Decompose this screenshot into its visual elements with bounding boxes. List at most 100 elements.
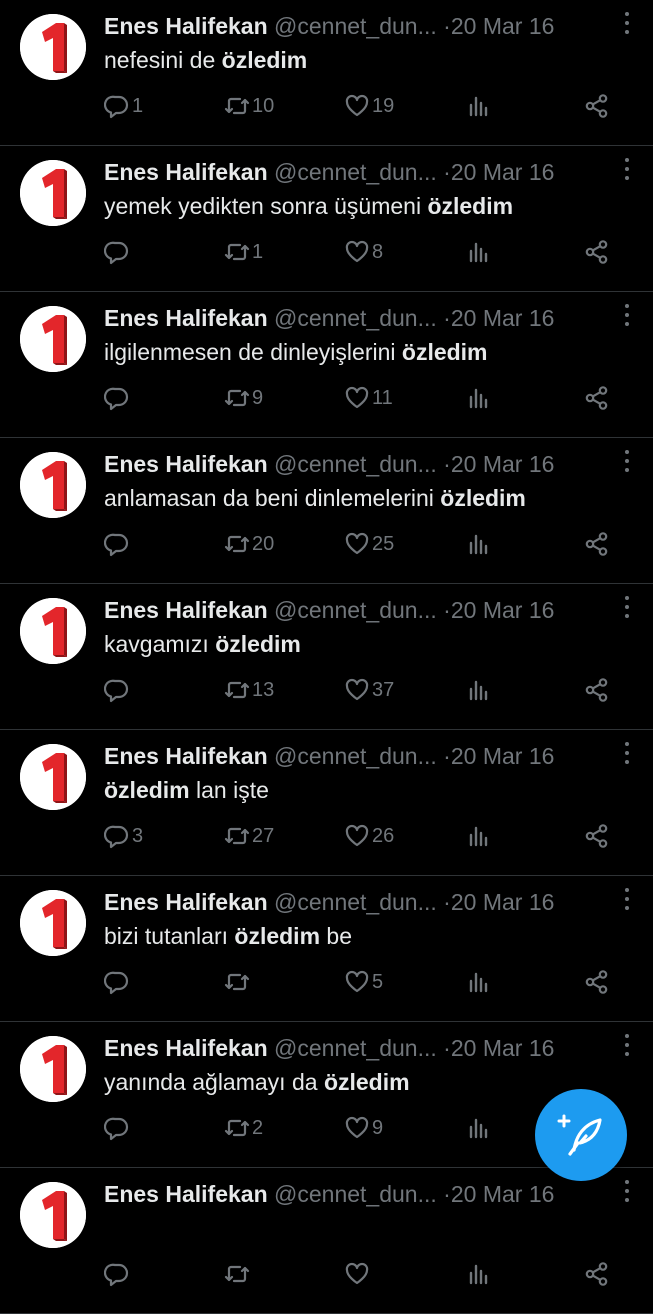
avatar[interactable]: 1 — [20, 1182, 86, 1248]
author-name[interactable]: Enes Halifekan — [104, 889, 268, 915]
views-button[interactable] — [466, 236, 492, 268]
share-button[interactable] — [584, 820, 610, 852]
views-button[interactable] — [466, 90, 492, 122]
reply-button[interactable]: 3 — [104, 820, 143, 852]
tweet-date[interactable]: 20 Mar 16 — [451, 743, 555, 769]
like-button[interactable]: 8 — [344, 236, 383, 268]
retweet-button[interactable]: 13 — [224, 674, 274, 706]
views-button[interactable] — [466, 674, 492, 706]
author-handle[interactable]: @cennet_dun... — [274, 159, 437, 185]
like-button[interactable]: 37 — [344, 674, 394, 706]
share-button[interactable] — [584, 90, 610, 122]
author-handle[interactable]: @cennet_dun... — [274, 1181, 437, 1207]
reply-button[interactable] — [104, 528, 132, 560]
views-button[interactable] — [466, 528, 492, 560]
more-vertical-icon[interactable] — [623, 450, 631, 476]
reply-button[interactable] — [104, 674, 132, 706]
author-handle[interactable]: @cennet_dun... — [274, 889, 437, 915]
share-button[interactable] — [584, 382, 610, 414]
tweet[interactable]: 1 Enes Halifekan @cennet_dun... ·20 Mar 1… — [0, 146, 653, 292]
tweet-date[interactable]: 20 Mar 16 — [451, 451, 555, 477]
share-button[interactable] — [584, 1258, 610, 1290]
author-name[interactable]: Enes Halifekan — [104, 13, 268, 39]
tweet-date[interactable]: 20 Mar 16 — [451, 597, 555, 623]
like-button[interactable]: 26 — [344, 820, 394, 852]
reply-button[interactable] — [104, 1112, 132, 1144]
share-button[interactable] — [584, 674, 610, 706]
like-button[interactable] — [344, 1258, 372, 1290]
tweet-date[interactable]: 20 Mar 16 — [451, 1035, 555, 1061]
tweet-date[interactable]: 20 Mar 16 — [451, 13, 555, 39]
retweet-button[interactable]: 10 — [224, 90, 274, 122]
more-vertical-icon[interactable] — [623, 742, 631, 768]
avatar[interactable]: 1 — [20, 890, 86, 956]
views-button[interactable] — [466, 382, 492, 414]
author-name[interactable]: Enes Halifekan — [104, 451, 268, 477]
avatar[interactable]: 1 — [20, 1036, 86, 1102]
tweet[interactable]: 1 Enes Halifekan @cennet_dun... ·20 Mar 1… — [0, 292, 653, 438]
reply-button[interactable]: 1 — [104, 90, 143, 122]
author-name[interactable]: Enes Halifekan — [104, 597, 268, 623]
views-button[interactable] — [466, 1112, 492, 1144]
more-vertical-icon[interactable] — [623, 888, 631, 914]
like-button[interactable]: 5 — [344, 966, 383, 998]
author-name[interactable]: Enes Halifekan — [104, 1181, 268, 1207]
avatar[interactable]: 1 — [20, 452, 86, 518]
retweet-button[interactable]: 2 — [224, 1112, 263, 1144]
share-button[interactable] — [584, 236, 610, 268]
reply-button[interactable] — [104, 382, 132, 414]
author-handle[interactable]: @cennet_dun... — [274, 597, 437, 623]
author-name[interactable]: Enes Halifekan — [104, 305, 268, 331]
avatar[interactable]: 1 — [20, 598, 86, 664]
more-vertical-icon[interactable] — [623, 1180, 631, 1206]
reply-button[interactable] — [104, 236, 132, 268]
tweet[interactable]: 1 Enes Halifekan @cennet_dun... ·20 Mar 1… — [0, 730, 653, 876]
retweet-button[interactable]: 27 — [224, 820, 274, 852]
author-handle[interactable]: @cennet_dun... — [274, 743, 437, 769]
avatar[interactable]: 1 — [20, 14, 86, 80]
more-vertical-icon[interactable] — [623, 12, 631, 38]
tweet[interactable]: 1 Enes Halifekan @cennet_dun... ·20 Mar 1… — [0, 584, 653, 730]
author-name[interactable]: Enes Halifekan — [104, 743, 268, 769]
more-vertical-icon[interactable] — [623, 304, 631, 330]
tweet-date[interactable]: 20 Mar 16 — [451, 305, 555, 331]
retweet-button[interactable]: 20 — [224, 528, 274, 560]
tweet[interactable]: 1 Enes Halifekan @cennet_dun... ·20 Mar 1… — [0, 1168, 653, 1314]
more-vertical-icon[interactable] — [623, 158, 631, 184]
tweet[interactable]: 1 Enes Halifekan @cennet_dun... ·20 Mar 1… — [0, 876, 653, 1022]
like-button[interactable]: 19 — [344, 90, 394, 122]
author-name[interactable]: Enes Halifekan — [104, 159, 268, 185]
retweet-button[interactable] — [224, 966, 252, 998]
more-vertical-icon[interactable] — [623, 1034, 631, 1060]
like-button[interactable]: 9 — [344, 1112, 383, 1144]
retweet-button[interactable]: 9 — [224, 382, 263, 414]
retweet-count: 20 — [252, 532, 275, 555]
author-handle[interactable]: @cennet_dun... — [274, 1035, 437, 1061]
views-button[interactable] — [466, 820, 492, 852]
avatar[interactable]: 1 — [20, 306, 86, 372]
like-button[interactable]: 11 — [344, 382, 393, 414]
share-button[interactable] — [584, 966, 610, 998]
avatar[interactable]: 1 — [20, 744, 86, 810]
author-name[interactable]: Enes Halifekan — [104, 1035, 268, 1061]
tweet-date[interactable]: 20 Mar 16 — [451, 889, 555, 915]
more-vertical-icon[interactable] — [623, 596, 631, 622]
views-button[interactable] — [466, 1258, 492, 1290]
author-handle[interactable]: @cennet_dun... — [274, 13, 437, 39]
reply-button[interactable] — [104, 966, 132, 998]
tweet[interactable]: 1 Enes Halifekan @cennet_dun... ·20 Mar 1… — [0, 0, 653, 146]
retweet-button[interactable] — [224, 1258, 252, 1290]
tweet-date[interactable]: 20 Mar 16 — [451, 159, 555, 185]
like-button[interactable]: 25 — [344, 528, 394, 560]
tweet-date[interactable]: 20 Mar 16 — [451, 1181, 555, 1207]
reply-button[interactable] — [104, 1258, 132, 1290]
author-handle[interactable]: @cennet_dun... — [274, 305, 437, 331]
compose-button[interactable] — [535, 1089, 627, 1181]
retweet-button[interactable]: 1 — [224, 236, 263, 268]
tweet-text-bold: özledim — [104, 777, 190, 803]
avatar[interactable]: 1 — [20, 160, 86, 226]
views-button[interactable] — [466, 966, 492, 998]
author-handle[interactable]: @cennet_dun... — [274, 451, 437, 477]
tweet[interactable]: 1 Enes Halifekan @cennet_dun... ·20 Mar 1… — [0, 438, 653, 584]
share-button[interactable] — [584, 528, 610, 560]
